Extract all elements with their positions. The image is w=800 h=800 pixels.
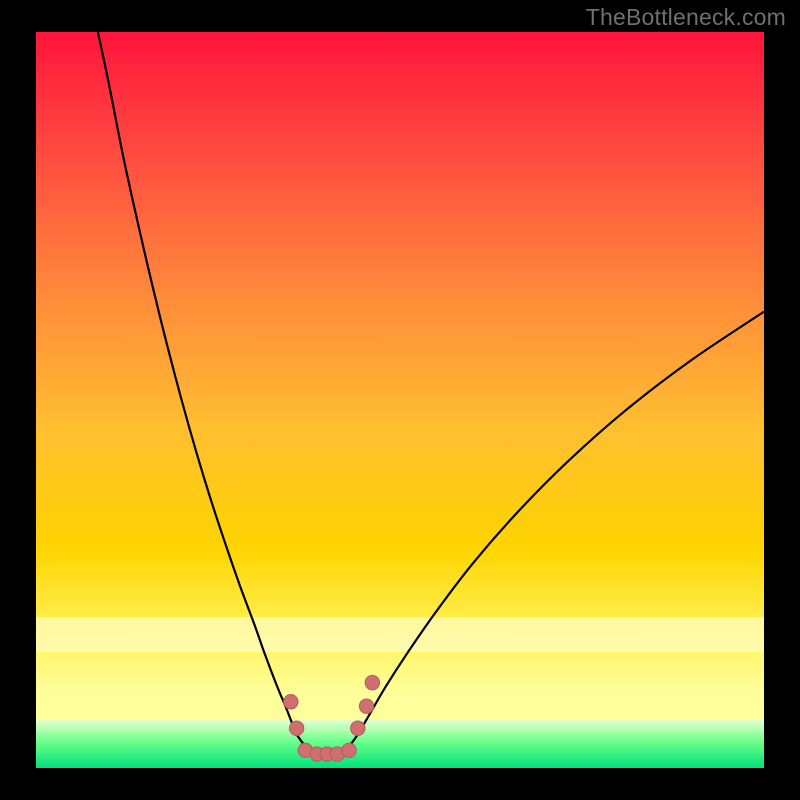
bottleneck-curve <box>98 32 764 754</box>
curve-marker-group <box>284 675 380 761</box>
curve-marker <box>289 721 303 735</box>
watermark-text: TheBottleneck.com <box>586 4 786 31</box>
curve-layer <box>36 32 764 768</box>
curve-marker <box>342 743 356 757</box>
plot-area <box>36 32 764 768</box>
curve-marker <box>284 695 298 709</box>
curve-marker <box>365 675 379 689</box>
curve-marker <box>359 699 373 713</box>
chart-frame: TheBottleneck.com <box>0 0 800 800</box>
curve-marker <box>351 721 365 735</box>
